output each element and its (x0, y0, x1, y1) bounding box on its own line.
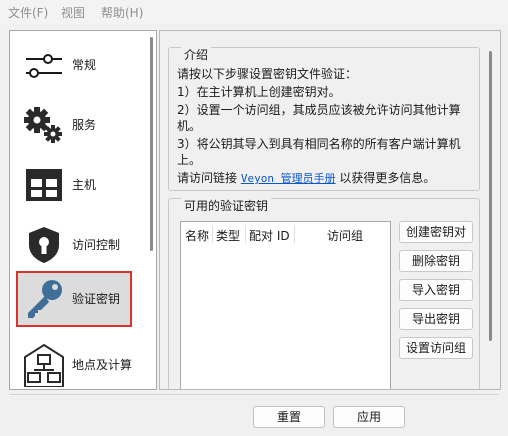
intro-line-3: 2）设置一个访问组，其成员应该被允许访问其他计算机。 (177, 103, 461, 133)
intro-line-1: 请按以下步骤设置密钥文件验证： (177, 67, 358, 81)
sidebar-item-general[interactable]: 常规 (16, 37, 132, 93)
admin-manual-link[interactable]: Veyon 管理员手册 (241, 172, 336, 185)
intro-line-2: 1）在主计算机上创建密钥对。 (177, 85, 341, 99)
column-separator (245, 225, 246, 243)
import-key-button[interactable]: 导入密钥 (399, 279, 473, 301)
delete-key-button[interactable]: 删除密钥 (399, 250, 473, 272)
sidebar-item-access-control[interactable]: 访问控制 (16, 217, 132, 273)
create-key-pair-button[interactable]: 创建密钥对 (399, 221, 473, 243)
column-header-type[interactable]: 类型 (216, 227, 240, 244)
sidebar-item-label: 地点及计算 (72, 358, 133, 372)
sidebar-item-label: 验证密钥 (72, 292, 121, 306)
network-computers-icon (24, 343, 64, 387)
export-key-button[interactable]: 导出密钥 (399, 308, 473, 330)
column-header-access-group[interactable]: 访问组 (327, 227, 363, 244)
sidebar-scrollbar[interactable] (146, 31, 156, 389)
available-keys-title: 可用的验证密钥 (181, 197, 272, 214)
sidebar-item-auth-keys[interactable]: 验证密钥 (16, 271, 132, 327)
apply-button[interactable]: 应用 (333, 406, 405, 428)
key-icon (28, 280, 62, 318)
column-header-name[interactable]: 名称 (185, 227, 209, 244)
intro-line-5: 请访问链接 Veyon 管理员手册 以获得更多信息。 (177, 170, 467, 187)
sidebar-item-label: 访问控制 (72, 238, 121, 252)
sidebar-item-label: 主机 (72, 178, 97, 192)
intro-line-5-before: 请访问链接 (177, 171, 241, 185)
sidebar-item-services[interactable]: 服务 (16, 97, 132, 153)
keys-table[interactable]: 名称 类型 配对 ID 访问组 (180, 221, 391, 389)
intro-line-5-after: 以获得更多信息。 (335, 171, 436, 185)
available-keys-group: 可用的验证密钥 名称 类型 配对 ID 访问组 创建密钥对 删除密钥 导入密钥 … (168, 197, 480, 389)
footer-divider (9, 394, 499, 395)
intro-title: 介绍 (181, 46, 212, 63)
sidebar-item-label: 常规 (72, 58, 97, 72)
menu-bar: 文件(F) 视图 帮助(H) (0, 0, 508, 24)
sidebar: 常规 服务 主机 访问控制 验证密钥 地点及计算 (9, 30, 157, 390)
sidebar-item-locations[interactable]: 地点及计算 (16, 337, 133, 389)
sliders-icon (26, 54, 62, 78)
main-scrollbar-thumb[interactable] (489, 51, 492, 341)
column-separator (294, 225, 295, 243)
menu-help[interactable]: 帮助(H) (101, 4, 143, 21)
auth-keys-panel: 介绍 请按以下步骤设置密钥文件验证： 1）在主计算机上创建密钥对。 2）设置一个… (159, 30, 501, 390)
set-access-group-button[interactable]: 设置访问组 (399, 337, 473, 359)
sidebar-item-master[interactable]: 主机 (16, 157, 132, 213)
reset-button[interactable]: 重置 (253, 406, 325, 428)
gears-icon (24, 107, 62, 143)
column-header-pair-id[interactable]: 配对 ID (249, 227, 290, 244)
sidebar-item-label: 服务 (72, 118, 97, 132)
menu-file[interactable]: 文件(F) (8, 4, 48, 21)
intro-group: 介绍 请按以下步骤设置密钥文件验证： 1）在主计算机上创建密钥对。 2）设置一个… (168, 46, 480, 191)
menu-view[interactable]: 视图 (61, 4, 85, 21)
shield-keyhole-icon (29, 227, 59, 263)
sidebar-scrollbar-thumb[interactable] (150, 37, 153, 251)
grid-window-icon (26, 169, 62, 201)
intro-line-4: 3）将公钥其导入到具有相同名称的所有客户端计算机上。 (177, 137, 461, 167)
column-separator (212, 225, 213, 243)
